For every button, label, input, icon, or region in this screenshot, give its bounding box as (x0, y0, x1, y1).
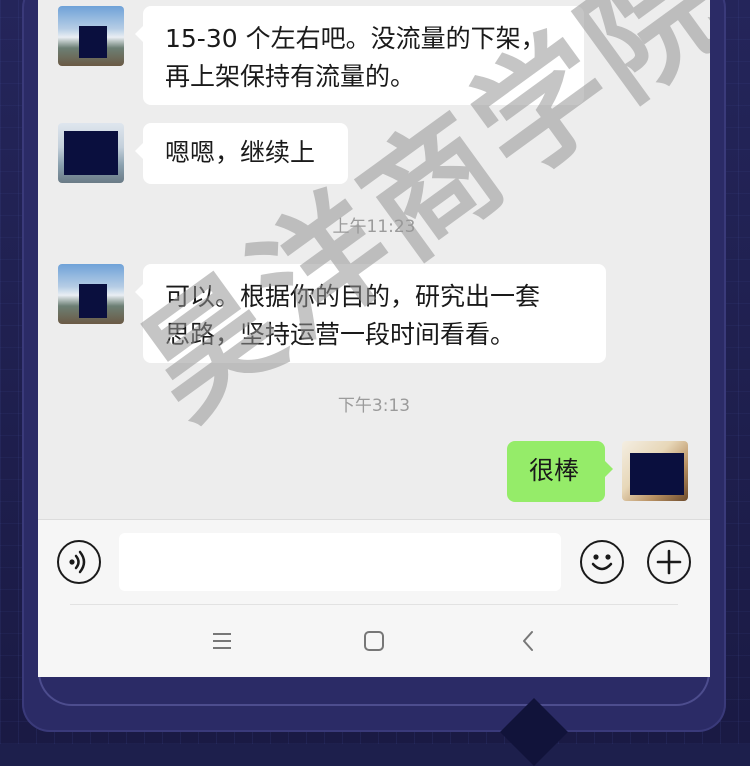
message-text-line: 思路，坚持运营一段时间看看。 (165, 320, 516, 349)
self-avatar[interactable] (622, 441, 688, 501)
voice-icon[interactable] (57, 540, 101, 584)
contact-avatar[interactable] (58, 123, 124, 183)
message-text-line: 嗯嗯，继续上 (165, 138, 316, 167)
message-text-line: 再上架保持有流量的。 (165, 62, 416, 91)
message-bubble-self[interactable]: 很棒 (507, 441, 613, 502)
home-icon[interactable] (362, 629, 386, 653)
message-bubble[interactable]: 可以。根据你的目的，研究出一套 思路，坚持运营一段时间看看。 (135, 264, 606, 363)
message-input[interactable] (119, 533, 561, 591)
timestamp: 上午11:23 (332, 217, 416, 237)
message-text-line: 15-30 个左右吧。没流量的下架， (165, 24, 546, 53)
menu-icon[interactable] (210, 630, 234, 652)
system-nav-bar (38, 604, 710, 677)
message-text-line: 可以。根据你的目的，研究出一套 (165, 282, 541, 311)
input-bar (38, 519, 710, 604)
message-bubble[interactable]: 嗯嗯，继续上 (135, 123, 348, 184)
plus-icon[interactable] (647, 540, 691, 584)
message-text-line: 很棒 (529, 456, 580, 485)
back-icon[interactable] (518, 629, 538, 653)
timestamp: 下午3:13 (337, 396, 411, 416)
contact-avatar[interactable] (58, 264, 124, 324)
chat-screen: 15-30 个左右吧。没流量的下架， 再上架保持有流量的。 嗯嗯，继续上 上午1… (38, 0, 710, 677)
emoji-icon[interactable] (580, 540, 624, 584)
divider (70, 604, 678, 605)
message-bubble[interactable]: 15-30 个左右吧。没流量的下架， 再上架保持有流量的。 (135, 6, 584, 105)
contact-avatar[interactable] (58, 6, 124, 66)
